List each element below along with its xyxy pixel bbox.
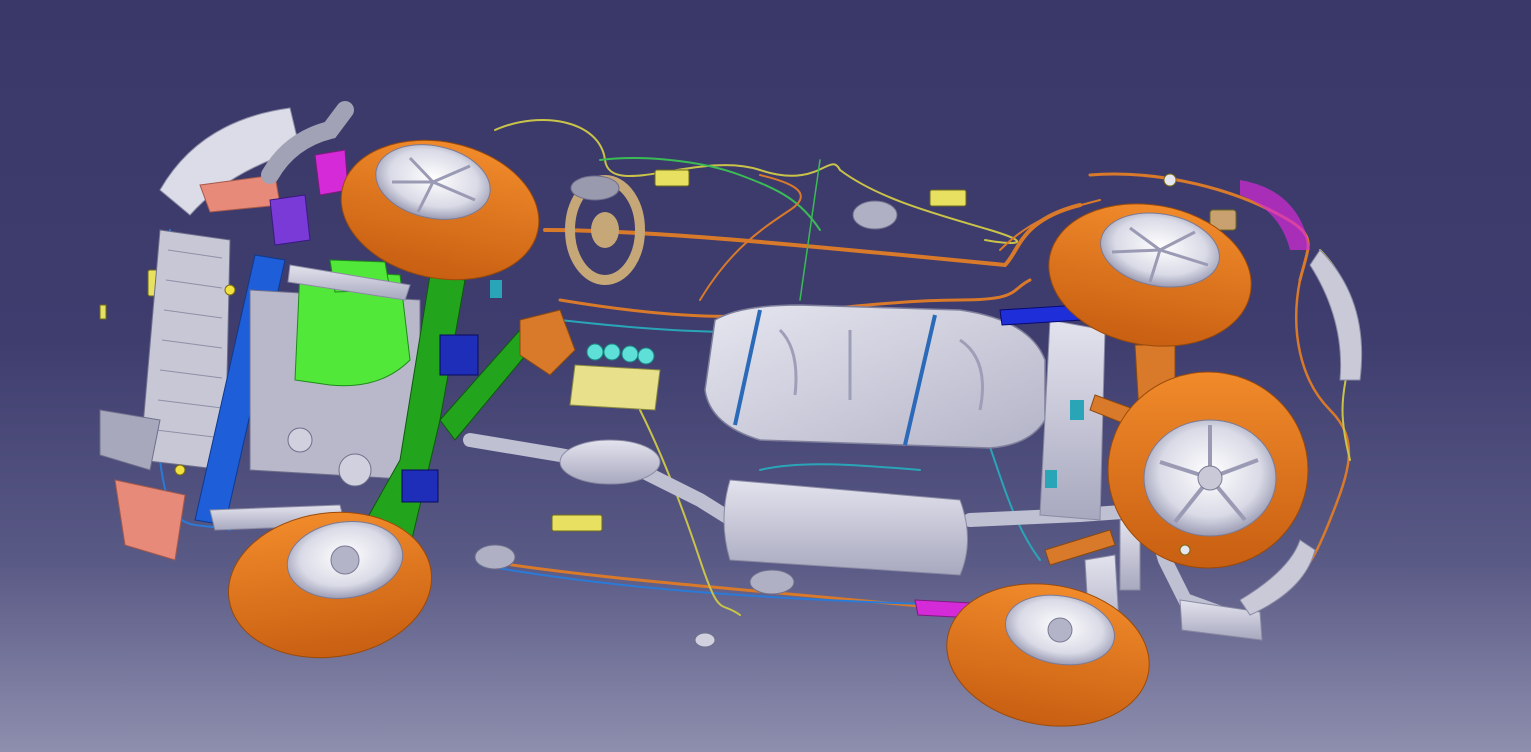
muffler-icon [723,479,968,576]
radiator-icon [99,229,231,471]
car-chassis-model[interactable] [0,0,1531,752]
steering-wheel-icon [565,175,645,285]
catalytic-converter-icon [559,439,661,485]
abs-unit-icon [569,343,661,411]
wheel-spare-icon [1107,371,1309,569]
fuel-tank-icon [704,304,1046,449]
wheel-rear-right-icon [946,583,1150,727]
3d-viewport[interactable] [0,0,1531,752]
